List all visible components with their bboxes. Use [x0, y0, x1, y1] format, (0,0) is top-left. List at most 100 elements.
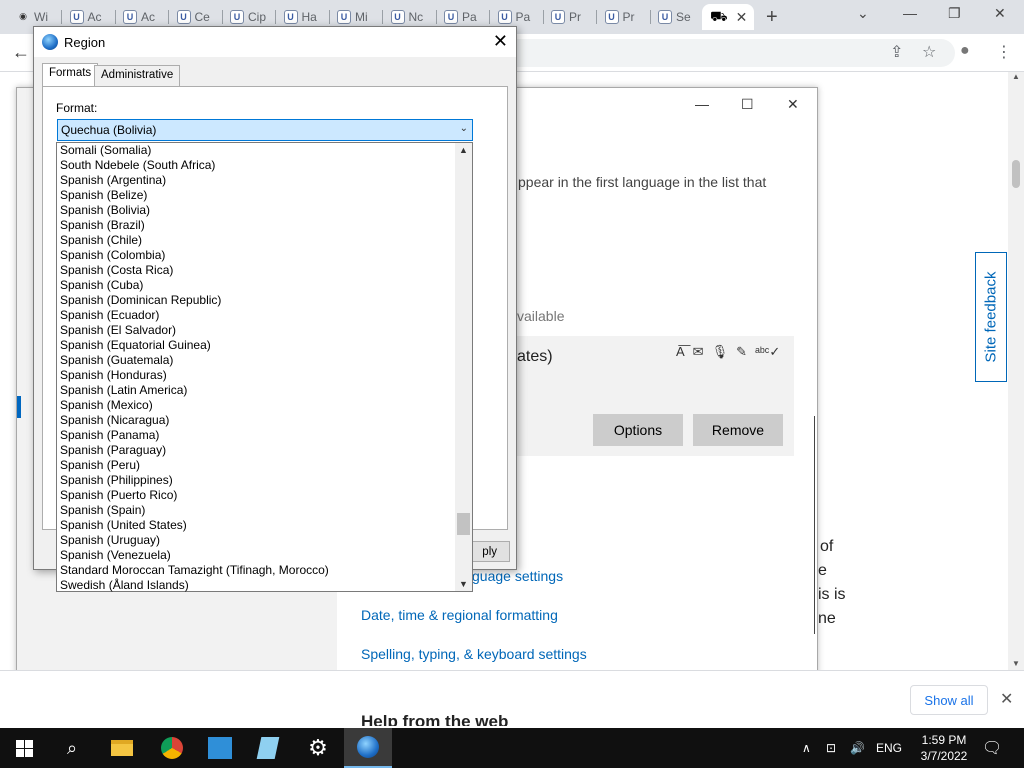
format-option[interactable]: Spanish (Cuba)	[59, 278, 455, 293]
format-option[interactable]: Spanish (Latin America)	[59, 383, 455, 398]
format-options: Somali (Somalia) South Ndebele (South Afr…	[59, 143, 455, 593]
scroll-up-icon[interactable]: ▲	[1012, 72, 1020, 81]
dropdown-scrollbar-thumb[interactable]	[457, 513, 470, 535]
chevron-down-icon: ⌄	[459, 123, 468, 134]
format-option[interactable]: Spanish (Bolivia)	[59, 203, 455, 218]
restore-button[interactable]: ❐	[948, 5, 961, 22]
download-bar-close-icon[interactable]: ✕	[1000, 689, 1013, 709]
format-select[interactable]: Quechua (Bolivia) ⌄	[57, 119, 473, 141]
format-option[interactable]: Spanish (Colombia)	[59, 248, 455, 263]
tab-search-icon[interactable]: ⌄	[857, 5, 869, 22]
file-explorer-button[interactable]	[98, 728, 146, 768]
notification-center-icon[interactable]: 🗨	[982, 728, 1002, 768]
dropdown-scroll-down-icon[interactable]: ▼	[459, 579, 468, 589]
clock-time: 1:59 PM	[921, 733, 967, 747]
speech-bubble-icon: ✉	[692, 344, 704, 359]
format-option[interactable]: Spanish (Panama)	[59, 428, 455, 443]
notepad-button[interactable]	[244, 728, 292, 768]
spelling-typing-keyboard-link[interactable]: Spelling, typing, & keyboard settings	[361, 646, 587, 662]
format-option[interactable]: Spanish (Belize)	[59, 188, 455, 203]
format-option[interactable]: Spanish (Venezuela)	[59, 548, 455, 563]
format-option[interactable]: Spanish (El Salvador)	[59, 323, 455, 338]
format-option[interactable]: Spanish (Nicaragua)	[59, 413, 455, 428]
back-arrow-icon[interactable]: ←	[12, 42, 30, 63]
text-icon: A͞	[676, 344, 685, 359]
format-option[interactable]: Spanish (Brazil)	[59, 218, 455, 233]
selected-nav-indicator	[17, 396, 21, 418]
profile-icon[interactable]: ●	[960, 42, 970, 60]
format-option[interactable]: Spanish (Costa Rica)	[59, 263, 455, 278]
tab-administrative[interactable]: Administrative	[94, 65, 181, 87]
control-panel-icon	[208, 737, 232, 759]
chrome-button[interactable]	[148, 728, 196, 768]
format-option[interactable]: Spanish (Chile)	[59, 233, 455, 248]
browser-tab-label: Ha	[301, 10, 317, 24]
format-option[interactable]: Spanish (Dominican Republic)	[59, 293, 455, 308]
shield-favicon: U	[283, 10, 298, 24]
active-tab[interactable]: ⛟ ✕	[702, 4, 754, 30]
format-option[interactable]: Spanish (Peru)	[59, 458, 455, 473]
browser-menu-icon[interactable]: ⋮	[996, 42, 1012, 62]
language-order-text: ppear in the first language in the list …	[518, 174, 767, 190]
format-option[interactable]: Spanish (United States)	[59, 518, 455, 533]
page-scrollbar[interactable]: ▲ ▼	[1008, 72, 1024, 670]
date-time-regional-link[interactable]: Date, time & regional formatting	[361, 607, 558, 623]
close-window-button[interactable]: ✕	[994, 5, 1006, 22]
format-option[interactable]: Spanish (Argentina)	[59, 173, 455, 188]
new-tab-button[interactable]: +	[766, 6, 778, 29]
windows-taskbar: ⌕ ⚙ ∧ ⊡ 🔊 ENG 1:59 PM 3/7/2022 🗨	[0, 728, 1024, 768]
bookmark-star-icon[interactable]: ☆	[922, 42, 936, 62]
format-option[interactable]: Spanish (Paraguay)	[59, 443, 455, 458]
close-tab-icon[interactable]: ✕	[736, 9, 748, 26]
shield-favicon: U	[230, 10, 244, 24]
region-close-icon[interactable]: ✕	[493, 31, 508, 52]
browser-tab-label: Ce	[194, 10, 210, 24]
format-option[interactable]: Spanish (Mexico)	[59, 398, 455, 413]
region-taskbar-button[interactable]	[344, 728, 392, 768]
control-panel-button[interactable]	[196, 728, 244, 768]
format-option[interactable]: Spanish (Honduras)	[59, 368, 455, 383]
format-select-value: Quechua (Bolivia)	[61, 123, 157, 137]
format-option[interactable]: Swedish (Åland Islands)	[59, 578, 455, 593]
address-bar[interactable]	[500, 39, 955, 67]
scroll-down-icon[interactable]: ▼	[1012, 659, 1020, 668]
site-feedback-button[interactable]: Site feedback	[975, 252, 1007, 382]
language-settings-link[interactable]: guage settings	[472, 568, 563, 584]
format-option[interactable]: Spanish (Puerto Rico)	[59, 488, 455, 503]
format-option[interactable]: Spanish (Equatorial Guinea)	[59, 338, 455, 353]
share-icon[interactable]: ⇪	[890, 42, 903, 62]
chrome-icon	[161, 737, 183, 759]
format-option[interactable]: Spanish (Uruguay)	[59, 533, 455, 548]
show-all-button[interactable]: Show all	[910, 685, 988, 715]
format-option[interactable]: Spanish (Spain)	[59, 503, 455, 518]
search-button[interactable]: ⌕	[48, 728, 96, 768]
volume-icon[interactable]: 🔊	[850, 728, 865, 768]
browser-tab[interactable]: U Se	[650, 4, 704, 30]
remove-button[interactable]: Remove	[693, 414, 783, 446]
format-option[interactable]: Standard Moroccan Tamazight (Tifinagh, M…	[59, 563, 455, 578]
minimize-button[interactable]: —	[903, 5, 917, 21]
tray-chevron-icon[interactable]: ∧	[802, 728, 811, 768]
clock[interactable]: 1:59 PM 3/7/2022	[912, 732, 976, 764]
eye-favicon: ◉	[19, 11, 27, 21]
options-button[interactable]: Options	[593, 414, 683, 446]
tab-formats[interactable]: Formats	[42, 63, 99, 87]
shield-favicon: U	[176, 10, 191, 24]
dropdown-scrollbar[interactable]: ▲ ▼	[455, 143, 472, 591]
settings-button[interactable]: ⚙	[294, 728, 342, 768]
format-option[interactable]: Spanish (Philippines)	[59, 473, 455, 488]
microphone-icon: 🎙	[711, 344, 729, 359]
scrollbar-thumb[interactable]	[1012, 160, 1020, 188]
language-indicator[interactable]: ENG	[876, 728, 902, 768]
format-option[interactable]: Spanish (Ecuador)	[59, 308, 455, 323]
format-option[interactable]: South Ndebele (South Africa)	[59, 158, 455, 173]
browser-tab[interactable]: U Pr	[543, 4, 597, 30]
start-button[interactable]	[0, 728, 48, 768]
format-option[interactable]: Somali (Somalia)	[59, 143, 455, 158]
network-icon[interactable]: ⊡	[826, 728, 836, 768]
dropdown-scroll-up-icon[interactable]: ▲	[459, 145, 468, 155]
shield-favicon: U	[658, 10, 672, 24]
browser-tab-label: Ac	[87, 10, 102, 24]
browser-tab[interactable]: U Pr	[597, 4, 651, 30]
format-option[interactable]: Spanish (Guatemala)	[59, 353, 455, 368]
